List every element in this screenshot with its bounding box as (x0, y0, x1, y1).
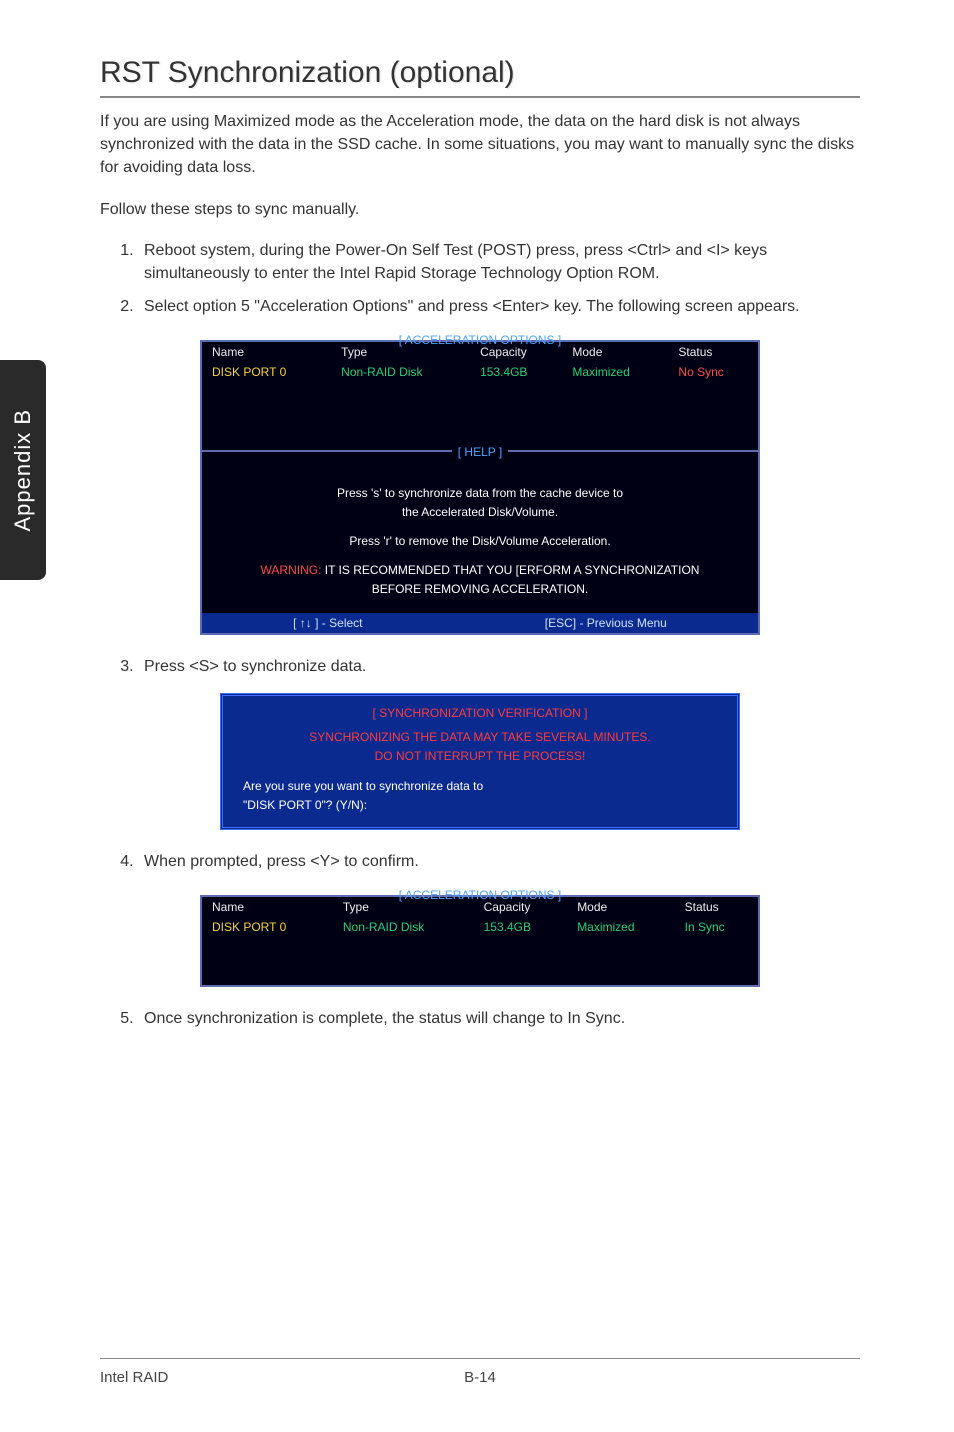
section-heading: RST Synchronization (optional) (100, 56, 860, 98)
step-3: Press <S> to synchronize data. (138, 655, 860, 678)
verify-line-2: DO NOT INTERRUPT THE PROCESS! (243, 747, 717, 766)
verify-title: [ SYNCHRONIZATION VERIFICATION ] (369, 704, 592, 723)
page-footer: Intel RAID B-14 (100, 1358, 860, 1386)
cell-mode: Maximized (562, 362, 668, 382)
footer-esc: [ESC] - Previous Menu (545, 616, 667, 630)
appendix-tab: Appendix B (0, 360, 46, 580)
accel-table: Name Type Capacity Mode Status DISK PORT… (202, 342, 758, 382)
table-row: DISK PORT 0 Non-RAID Disk 153.4GB Maximi… (202, 362, 758, 382)
step-4: When prompted, press <Y> to confirm. (138, 850, 860, 873)
accel-options-screen: [ ACCELERATION OPTIONS ] Name Type Capac… (200, 340, 760, 635)
warning-line-2: BEFORE REMOVING ACCELERATION. (220, 580, 740, 599)
help-line-1b: the Accelerated Disk/Volume. (220, 503, 740, 522)
cell-status: In Sync (675, 917, 758, 937)
warning-line: WARNING: IT IS RECOMMENDED THAT YOU [ERF… (220, 561, 740, 580)
follow-paragraph: Follow these steps to sync manually. (100, 198, 860, 221)
accel-table-2: Name Type Capacity Mode Status DISK PORT… (202, 897, 758, 937)
cell-name: DISK PORT 0 (202, 362, 331, 382)
table-row: DISK PORT 0 Non-RAID Disk 153.4GB Maximi… (202, 917, 758, 937)
step-5: Once synchronization is complete, the st… (138, 1007, 860, 1030)
appendix-label: Appendix B (10, 409, 36, 532)
warning-text: IT IS RECOMMENDED THAT YOU [ERFORM A SYN… (321, 563, 699, 577)
help-line-2: Press 'r' to remove the Disk/Volume Acce… (220, 532, 740, 551)
steps-list-a: Reboot system, during the Power-On Self … (100, 239, 860, 319)
accel-options-screen-after: [ ACCELERATION OPTIONS ] Name Type Capac… (200, 895, 760, 987)
cell-capacity: 153.4GB (474, 917, 568, 937)
help-panel: [ HELP ] Press 's' to synchronize data f… (202, 450, 758, 613)
cell-type: Non-RAID Disk (333, 917, 474, 937)
help-title: [ HELP ] (452, 443, 508, 462)
verify-question-1: Are you sure you want to synchronize dat… (243, 777, 717, 796)
intro-paragraph: If you are using Maximized mode as the A… (100, 110, 860, 180)
cell-type: Non-RAID Disk (331, 362, 470, 382)
footer-left: Intel RAID (100, 1369, 168, 1386)
page-content: RST Synchronization (optional) If you ar… (100, 56, 860, 1040)
sync-verify-screen: [ SYNCHRONIZATION VERIFICATION ] SYNCHRO… (220, 693, 740, 830)
step-1: Reboot system, during the Power-On Self … (138, 239, 860, 285)
step-2: Select option 5 "Acceleration Options" a… (138, 295, 860, 318)
cell-name: DISK PORT 0 (202, 917, 333, 937)
accel-options-title: [ ACCELERATION OPTIONS ] (202, 333, 758, 347)
steps-list-b: Press <S> to synchronize data. (100, 655, 860, 678)
cell-capacity: 153.4GB (470, 362, 562, 382)
cell-mode: Maximized (567, 917, 674, 937)
footer-page-number: B-14 (464, 1369, 496, 1386)
screen-footer: [ ↑↓ ] - Select [ESC] - Previous Menu (202, 613, 758, 633)
verify-question-2: "DISK PORT 0"? (Y/N): (243, 796, 717, 815)
cell-status: No Sync (668, 362, 758, 382)
steps-list-c: When prompted, press <Y> to confirm. (100, 850, 860, 873)
warning-label: WARNING: (261, 563, 322, 577)
steps-list-d: Once synchronization is complete, the st… (100, 1007, 860, 1030)
footer-select: [ ↑↓ ] - Select (293, 616, 362, 630)
accel-options-title-2: [ ACCELERATION OPTIONS ] (202, 888, 758, 902)
help-line-1: Press 's' to synchronize data from the c… (220, 484, 740, 503)
verify-line-1: SYNCHRONIZING THE DATA MAY TAKE SEVERAL … (243, 728, 717, 747)
